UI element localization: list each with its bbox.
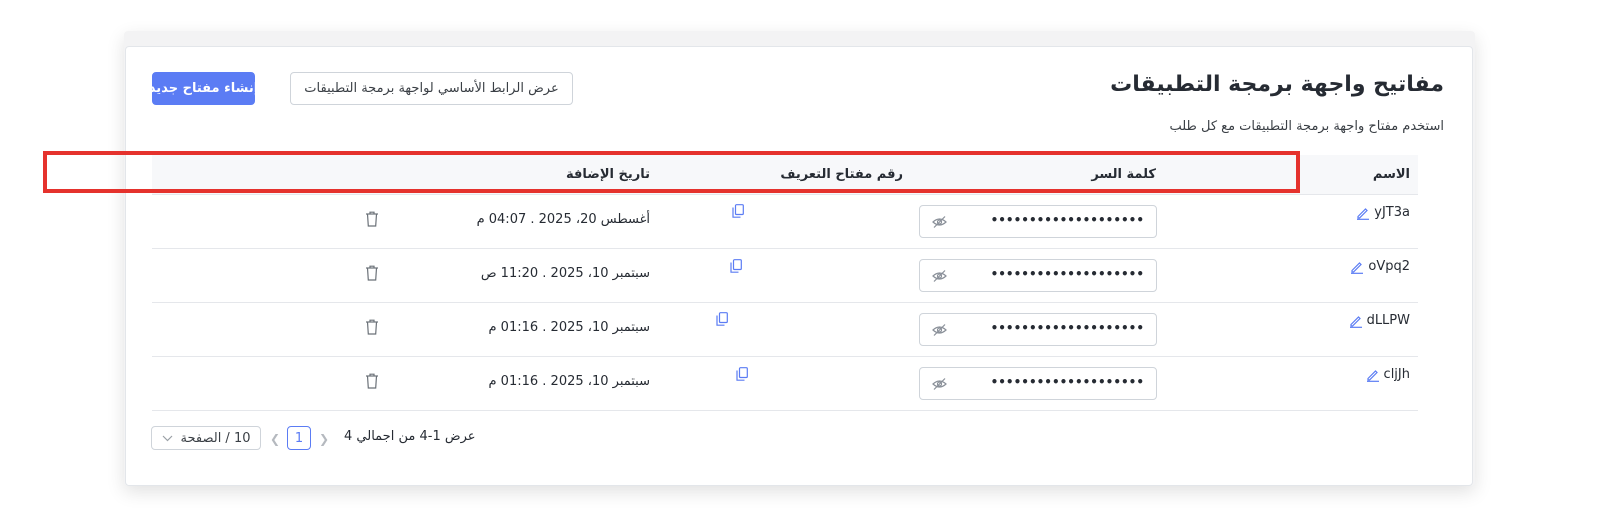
column-header-name: الاسم bbox=[1372, 167, 1410, 182]
page-title: مفاتيح واجهة برمجة التطبيقات bbox=[1110, 72, 1444, 97]
key-name-cell: oVpq2 bbox=[1350, 259, 1410, 274]
key-name: cljJh bbox=[1383, 367, 1410, 382]
key-name: yJT3a bbox=[1374, 205, 1410, 220]
copy-icon[interactable] bbox=[736, 367, 748, 381]
password-field[interactable]: •••••••••••••••••••• bbox=[919, 259, 1157, 292]
trash-icon[interactable] bbox=[365, 319, 379, 335]
column-header-key-id: رقم مفتاح التعريف bbox=[780, 167, 903, 182]
eye-off-icon[interactable] bbox=[932, 215, 947, 229]
column-header-password: كلمة السر bbox=[1091, 167, 1156, 182]
edit-icon[interactable] bbox=[1366, 368, 1380, 382]
date-added: سبتمبر 10، 2025 . 11:20 ص bbox=[480, 266, 650, 281]
edit-icon[interactable] bbox=[1349, 314, 1363, 328]
key-name-cell: cljJh bbox=[1366, 367, 1410, 382]
password-mask: •••••••••••••••••••• bbox=[990, 375, 1144, 389]
trash-icon[interactable] bbox=[365, 265, 379, 281]
page-subtitle: استخدم مفتاح واجهة برمجة التطبيقات مع كل… bbox=[1169, 119, 1444, 134]
eye-off-icon[interactable] bbox=[932, 269, 947, 283]
show-base-url-button[interactable]: عرض الرابط الأساسي لواجهة برمجة التطبيقا… bbox=[290, 72, 573, 105]
chevron-left-icon[interactable]: ❮ bbox=[270, 432, 280, 446]
trash-icon[interactable] bbox=[365, 373, 379, 389]
table-row: yJT3a •••••••••••••••••••• أغسطس 20، 202… bbox=[152, 195, 1418, 249]
edit-icon[interactable] bbox=[1356, 206, 1370, 220]
date-added: أغسطس 20، 2025 . 04:07 م bbox=[476, 212, 650, 227]
eye-off-icon[interactable] bbox=[932, 323, 947, 337]
key-name-cell: dLLPW bbox=[1349, 313, 1410, 328]
page-number-button[interactable]: 1 bbox=[287, 426, 311, 450]
password-field[interactable]: •••••••••••••••••••• bbox=[919, 367, 1157, 400]
password-mask: •••••••••••••••••••• bbox=[990, 213, 1144, 227]
create-key-button[interactable]: إنشاء مفتاح جديد bbox=[149, 72, 258, 105]
pagination-summary: عرض 1-4 من اجمالي 4 bbox=[344, 429, 476, 444]
copy-icon[interactable] bbox=[732, 204, 744, 218]
password-field[interactable]: •••••••••••••••••••• bbox=[919, 313, 1157, 346]
date-added: سبتمبر 10، 2025 . 01:16 م bbox=[488, 320, 650, 335]
password-mask: •••••••••••••••••••• bbox=[990, 321, 1144, 335]
api-keys-card: مفاتيح واجهة برمجة التطبيقات استخدم مفتا… bbox=[125, 46, 1473, 486]
table-header: الاسم كلمة السر رقم مفتاح التعريف تاريخ … bbox=[152, 155, 1418, 195]
chevron-down-icon bbox=[162, 435, 172, 441]
page-size-value: 10 / الصفحة bbox=[180, 430, 251, 446]
page-size-select[interactable]: 10 / الصفحة bbox=[151, 426, 261, 450]
chevron-right-icon[interactable]: ❯ bbox=[319, 432, 329, 446]
edit-icon[interactable] bbox=[1350, 260, 1364, 274]
table-row: cljJh •••••••••••••••••••• سبتمبر 10، 20… bbox=[152, 357, 1418, 411]
key-name-cell: yJT3a bbox=[1356, 205, 1410, 220]
key-name: oVpq2 bbox=[1368, 259, 1410, 274]
table-row: dLLPW •••••••••••••••••••• سبتمبر 10، 20… bbox=[152, 303, 1418, 357]
password-field[interactable]: •••••••••••••••••••• bbox=[919, 205, 1157, 238]
copy-icon[interactable] bbox=[730, 259, 742, 273]
password-mask: •••••••••••••••••••• bbox=[990, 267, 1144, 281]
date-added: سبتمبر 10، 2025 . 01:16 م bbox=[488, 374, 650, 389]
column-header-date-added: تاريخ الإضافة bbox=[566, 167, 650, 182]
trash-icon[interactable] bbox=[365, 211, 379, 227]
eye-off-icon[interactable] bbox=[932, 377, 947, 391]
table-row: oVpq2 •••••••••••••••••••• سبتمبر 10، 20… bbox=[152, 249, 1418, 303]
copy-icon[interactable] bbox=[716, 312, 728, 326]
key-name: dLLPW bbox=[1366, 313, 1410, 328]
